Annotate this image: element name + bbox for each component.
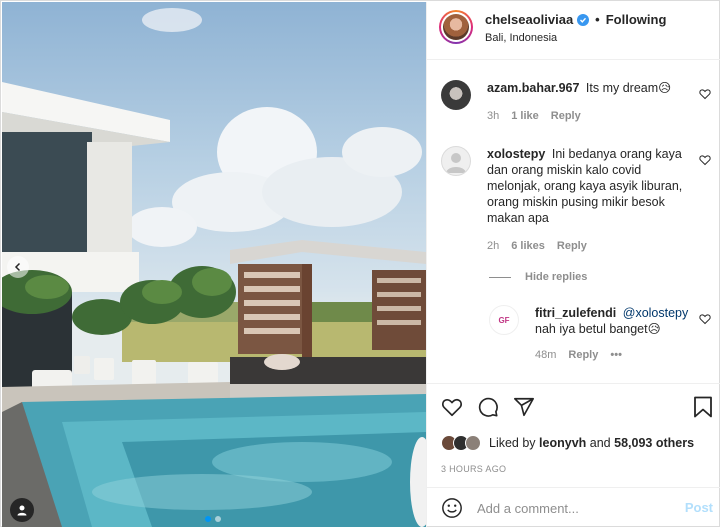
post-actions: Liked by leonyvh and 58,093 others 3 HOU… bbox=[427, 383, 720, 487]
comment-bubble-icon[interactable] bbox=[477, 396, 499, 421]
chevron-left-icon bbox=[14, 262, 21, 272]
following-button[interactable]: Following bbox=[606, 12, 667, 27]
verified-badge-icon bbox=[577, 13, 590, 26]
comment-time[interactable]: 2h bbox=[487, 240, 499, 252]
comment-likes[interactable]: 6 likes bbox=[511, 240, 545, 252]
comment-item: azam.bahar.967 Its my dream😥 3h 1 like R… bbox=[441, 80, 711, 140]
post-comment-button[interactable]: Post bbox=[685, 500, 713, 515]
commenter-avatar[interactable] bbox=[441, 80, 471, 110]
emoji-smiley-icon[interactable] bbox=[441, 497, 463, 522]
comment-text: azam.bahar.967 Its my dream😥 bbox=[487, 80, 691, 96]
likes-summary: Liked by leonyvh and 58,093 others bbox=[441, 435, 694, 451]
post-header: chelseaoliviaa • Following Bali, Indones… bbox=[427, 2, 720, 60]
like-comment-heart-icon[interactable] bbox=[699, 88, 711, 100]
comments-list[interactable]: azam.bahar.967 Its my dream😥 3h 1 like R… bbox=[427, 60, 720, 383]
author-username[interactable]: chelseaoliviaa bbox=[485, 12, 573, 27]
reply-button[interactable]: Reply bbox=[551, 110, 581, 122]
replier-avatar[interactable]: GF bbox=[489, 305, 519, 335]
reply-content: nah iya betul banget😥 bbox=[535, 322, 661, 336]
comment-username[interactable]: azam.bahar.967 bbox=[487, 81, 579, 95]
hide-replies-button[interactable]: Hide replies bbox=[489, 271, 587, 283]
carousel-indicator bbox=[205, 516, 221, 522]
comment-meta: 3h 1 like Reply bbox=[487, 110, 581, 122]
add-comment-bar: Post bbox=[427, 487, 720, 527]
reply-item: GF fitri_zulefendi @xolostepy nah iya be… bbox=[489, 305, 711, 365]
liker-avatars[interactable] bbox=[441, 435, 481, 451]
save-bookmark-icon[interactable] bbox=[693, 396, 713, 421]
commenter-avatar[interactable] bbox=[441, 146, 471, 176]
liked-by-others[interactable]: 58,093 others bbox=[614, 436, 694, 450]
reply-text: fitri_zulefendi @xolostepy nah iya betul… bbox=[535, 305, 695, 337]
post-timestamp[interactable]: 3 HOURS AGO bbox=[441, 464, 506, 474]
reply-time[interactable]: 48m bbox=[535, 349, 556, 361]
replier-avatar-initials: GF bbox=[498, 315, 510, 325]
reply-mention[interactable]: @xolostepy bbox=[623, 306, 689, 320]
villa-pool-image bbox=[2, 8, 426, 527]
liked-by-prefix: Liked by bbox=[489, 436, 536, 450]
tagged-users-button[interactable] bbox=[10, 498, 34, 522]
reply-meta: 48m Reply ••• bbox=[535, 349, 622, 361]
person-icon bbox=[17, 505, 27, 516]
reply-username[interactable]: fitri_zulefendi bbox=[535, 306, 616, 320]
liked-by-joiner: and bbox=[589, 436, 611, 450]
author-line: chelseaoliviaa • Following bbox=[485, 12, 666, 27]
add-comment-input[interactable] bbox=[477, 498, 667, 518]
post-sidebar: chelseaoliviaa • Following Bali, Indones… bbox=[426, 2, 720, 527]
comment-meta: 2h 6 likes Reply bbox=[487, 240, 587, 252]
comment-text: xolostepy Ini bedanya orang kaya dan ora… bbox=[487, 146, 691, 226]
carousel-dot-active bbox=[205, 516, 211, 522]
post-dialog: chelseaoliviaa • Following Bali, Indones… bbox=[0, 0, 720, 527]
action-icons bbox=[441, 396, 535, 421]
previous-slide-button[interactable] bbox=[7, 256, 29, 278]
default-avatar-icon bbox=[446, 153, 466, 173]
comment-content: Its my dream😥 bbox=[585, 81, 672, 95]
like-comment-heart-icon[interactable] bbox=[699, 154, 711, 166]
reply-button[interactable]: Reply bbox=[568, 349, 598, 361]
comment-time[interactable]: 3h bbox=[487, 110, 499, 122]
like-heart-icon[interactable] bbox=[441, 396, 463, 421]
share-paper-plane-icon[interactable] bbox=[513, 396, 535, 421]
comment-likes[interactable]: 1 like bbox=[511, 110, 539, 122]
liked-by-user[interactable]: leonyvh bbox=[539, 436, 586, 450]
comment-username[interactable]: xolostepy bbox=[487, 147, 545, 161]
post-photo bbox=[2, 2, 426, 527]
header-separator: • bbox=[595, 12, 600, 27]
hide-replies-label: Hide replies bbox=[525, 271, 588, 283]
comment-item: xolostepy Ini bedanya orang kaya dan ora… bbox=[441, 146, 711, 256]
author-avatar[interactable] bbox=[439, 10, 473, 44]
post-location[interactable]: Bali, Indonesia bbox=[485, 32, 557, 44]
divider-line bbox=[489, 276, 511, 278]
carousel-dot bbox=[215, 516, 221, 522]
like-reply-heart-icon[interactable] bbox=[699, 313, 711, 325]
more-options-icon[interactable]: ••• bbox=[610, 349, 622, 361]
reply-button[interactable]: Reply bbox=[557, 240, 587, 252]
